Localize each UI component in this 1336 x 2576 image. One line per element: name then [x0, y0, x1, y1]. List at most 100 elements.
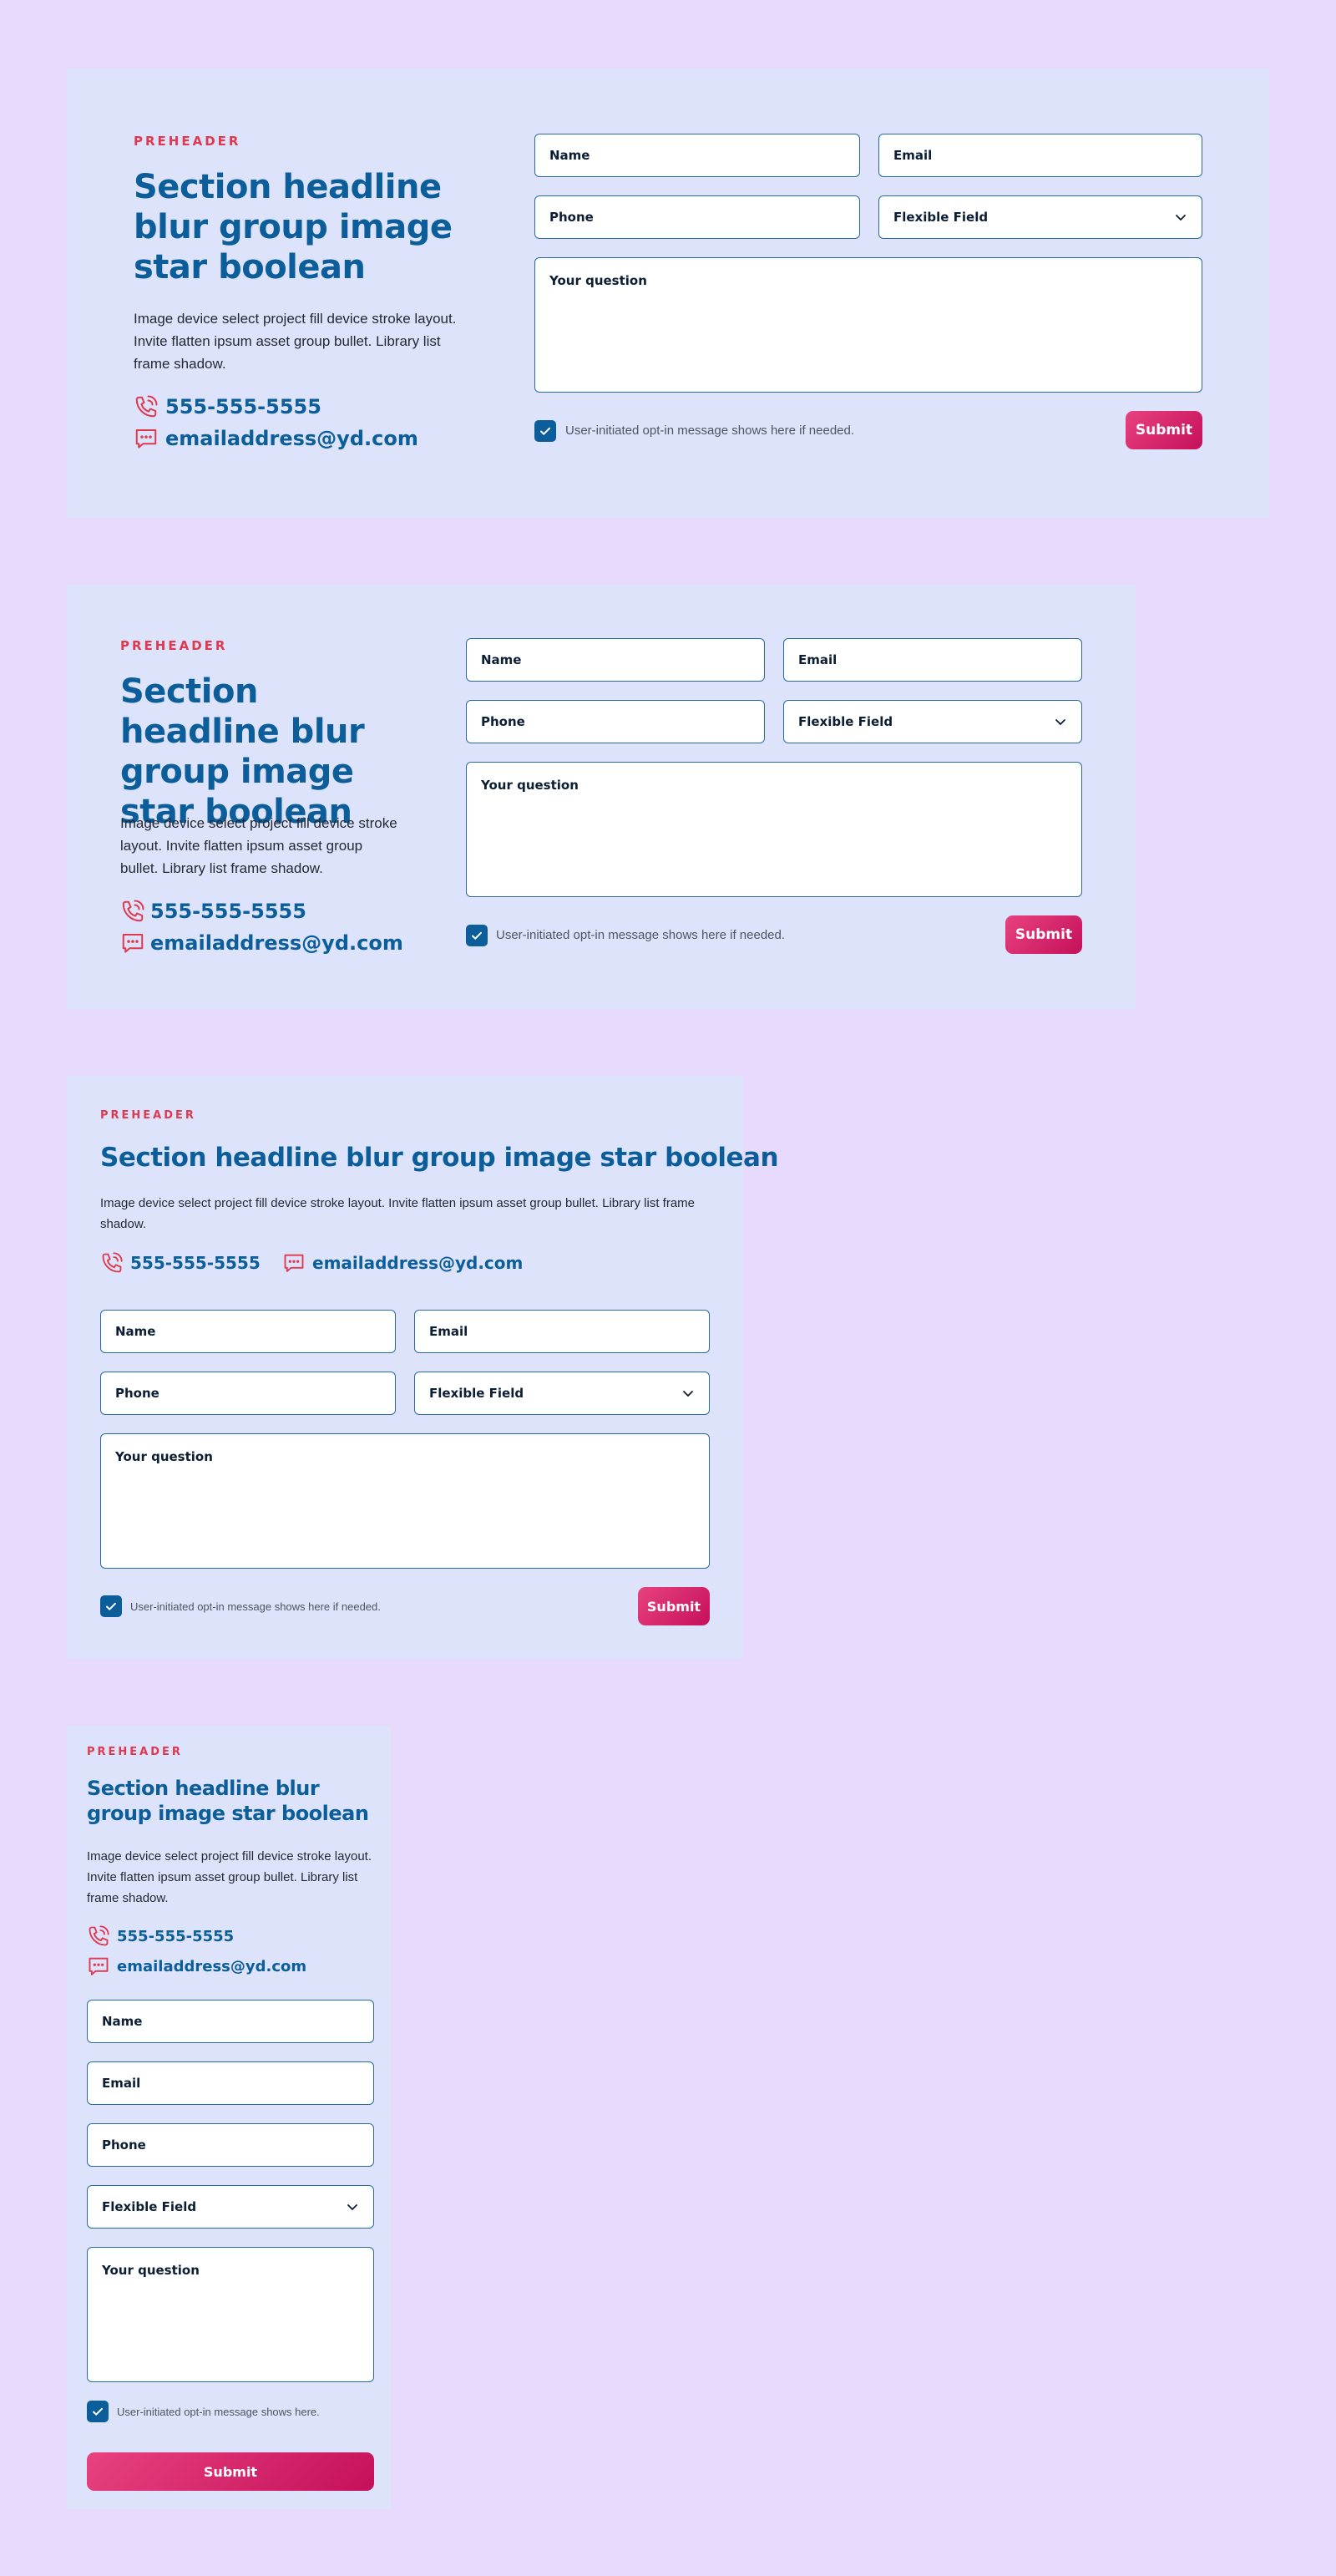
- section-body: Image device select project fill device …: [120, 815, 397, 876]
- section-headline: Section headline blur group image star b…: [134, 168, 453, 287]
- phone-link[interactable]: 555-555-5555: [87, 1924, 234, 1948]
- name-label: Name: [102, 2014, 143, 2029]
- checkmark-icon: [93, 2407, 103, 2416]
- flexible-field-label: Flexible Field: [102, 2199, 197, 2214]
- question-label: Your question: [481, 778, 579, 793]
- phone-number: 555-555-5555: [117, 1927, 235, 1945]
- email-field[interactable]: Email: [87, 2061, 374, 2105]
- section-headline: Section headline blur group image star b…: [120, 672, 365, 831]
- optin-text: User-initiated opt-in message shows here…: [496, 928, 786, 942]
- email-field[interactable]: Email: [878, 134, 1202, 177]
- phone-link[interactable]: 555-555-5555: [120, 899, 306, 924]
- optin-checkbox[interactable]: [100, 1595, 122, 1617]
- submit-button[interactable]: Submit: [638, 1587, 710, 1625]
- email-link[interactable]: emailaddress@yd.com: [282, 1251, 523, 1275]
- checkmark-icon: [106, 1602, 116, 1610]
- phone-number: 555-555-5555: [150, 900, 306, 923]
- email-address: emailaddress@yd.com: [165, 427, 418, 450]
- email-address: emailaddress@yd.com: [150, 931, 403, 955]
- name-label: Name: [115, 1324, 156, 1339]
- phone-field[interactable]: Phone: [100, 1372, 396, 1415]
- name-field[interactable]: Name: [466, 638, 765, 682]
- phone-icon: [122, 900, 144, 922]
- email-field[interactable]: Email: [414, 1310, 710, 1353]
- contact-card-mobile: PREHEADER Section headline blur group im…: [67, 1726, 391, 2509]
- phone-icon: [102, 1252, 123, 1273]
- message-icon: [284, 1254, 304, 1272]
- email-label: Email: [798, 652, 838, 667]
- email-label: Email: [102, 2076, 141, 2091]
- question-textarea[interactable]: Your question: [100, 1433, 710, 1569]
- email-label: Email: [429, 1324, 468, 1339]
- contact-card-wide: PREHEADER Section headline blur group im…: [67, 68, 1269, 518]
- email-field[interactable]: Email: [783, 638, 1082, 682]
- phone-icon: [89, 1925, 109, 1946]
- phone-label: Phone: [115, 1386, 159, 1401]
- name-field[interactable]: Name: [100, 1310, 396, 1353]
- name-label: Name: [549, 148, 590, 163]
- submit-button[interactable]: Submit: [1005, 915, 1082, 954]
- flexible-field-select[interactable]: Flexible Field: [414, 1372, 710, 1415]
- email-link[interactable]: emailaddress@yd.com: [87, 1955, 306, 1978]
- contact-card-medium: PREHEADER Section headline blur group im…: [67, 585, 1136, 1009]
- submit-button[interactable]: Submit: [1126, 411, 1202, 449]
- chevron-down-icon: [683, 1391, 693, 1397]
- optin-checkbox[interactable]: [87, 2401, 109, 2422]
- question-label: Your question: [115, 1449, 213, 1464]
- phone-number: 555-555-5555: [165, 395, 321, 418]
- chevron-down-icon: [1176, 215, 1186, 221]
- optin-text: User-initiated opt-in message shows here…: [130, 1600, 381, 1613]
- section-body: Image device select project fill device …: [134, 311, 457, 372]
- optin-checkbox[interactable]: [466, 925, 488, 946]
- flexible-field-label: Flexible Field: [798, 714, 893, 729]
- flexible-field-select[interactable]: Flexible Field: [87, 2185, 374, 2229]
- phone-number: 555-555-5555: [130, 1253, 261, 1273]
- phone-icon: [135, 395, 158, 418]
- message-icon: [89, 1957, 109, 1975]
- phone-field[interactable]: Phone: [466, 700, 765, 743]
- submit-button[interactable]: Submit: [87, 2452, 374, 2491]
- email-label: Email: [893, 148, 933, 163]
- email-link[interactable]: emailaddress@yd.com: [134, 426, 418, 451]
- flexible-field-label: Flexible Field: [429, 1386, 524, 1401]
- checkmark-icon: [540, 427, 550, 435]
- phone-field[interactable]: Phone: [534, 195, 860, 239]
- chevron-down-icon: [347, 2204, 357, 2211]
- flexible-field-label: Flexible Field: [893, 210, 989, 225]
- question-label: Your question: [102, 2263, 200, 2278]
- phone-label: Phone: [549, 210, 594, 225]
- preheader: PREHEADER: [120, 638, 228, 653]
- phone-label: Phone: [102, 2137, 146, 2153]
- flexible-field-select[interactable]: Flexible Field: [783, 700, 1082, 743]
- section-body: Image device select project fill device …: [87, 1849, 372, 1905]
- preheader: PREHEADER: [87, 1746, 183, 1758]
- phone-field[interactable]: Phone: [87, 2123, 374, 2167]
- name-label: Name: [481, 652, 522, 667]
- phone-link[interactable]: 555-555-5555: [134, 394, 321, 419]
- optin-text: User-initiated opt-in message shows here…: [117, 2406, 320, 2418]
- phone-label: Phone: [481, 714, 525, 729]
- email-link[interactable]: emailaddress@yd.com: [120, 931, 403, 956]
- question-textarea[interactable]: Your question: [466, 762, 1082, 897]
- chevron-down-icon: [1055, 719, 1065, 726]
- message-icon: [135, 429, 157, 449]
- name-field[interactable]: Name: [87, 2000, 374, 2043]
- contact-card-narrow: PREHEADER Section headline blur group im…: [67, 1076, 779, 1659]
- checkmark-icon: [472, 931, 482, 940]
- flexible-field-select[interactable]: Flexible Field: [878, 195, 1202, 239]
- section-headline: Section headline blur group image star b…: [87, 1777, 369, 1825]
- email-address: emailaddress@yd.com: [117, 1957, 307, 1975]
- preheader: PREHEADER: [134, 134, 241, 149]
- phone-link[interactable]: 555-555-5555: [100, 1251, 261, 1275]
- question-label: Your question: [549, 273, 647, 288]
- question-textarea[interactable]: Your question: [534, 257, 1202, 393]
- optin-text: User-initiated opt-in message shows here…: [565, 423, 855, 438]
- optin-checkbox[interactable]: [534, 420, 556, 442]
- section-body: Image device select project fill device …: [100, 1196, 695, 1231]
- question-textarea[interactable]: Your question: [87, 2247, 374, 2382]
- preheader: PREHEADER: [100, 1109, 196, 1122]
- message-icon: [122, 934, 144, 953]
- email-address: emailaddress@yd.com: [312, 1253, 524, 1273]
- name-field[interactable]: Name: [534, 134, 860, 177]
- section-headline: Section headline blur group image star b…: [100, 1143, 779, 1173]
